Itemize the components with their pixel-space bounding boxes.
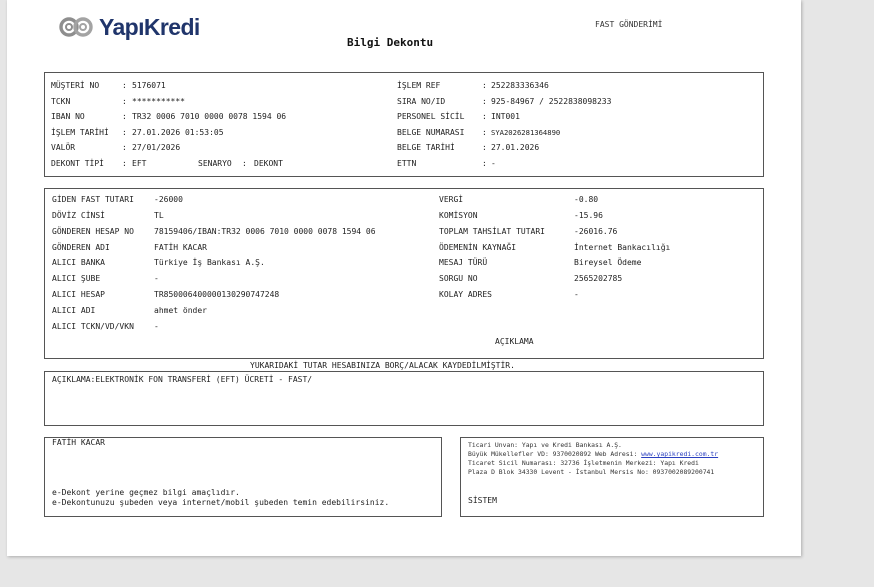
- tx-label: SORGU NO: [439, 274, 478, 283]
- info-label: VALÖR: [51, 143, 76, 153]
- debit-credit-notice: YUKARIDAKİ TUTAR HESABINIZA BORÇ/ALACAK …: [250, 361, 515, 370]
- info-value: 5176071: [132, 81, 166, 90]
- info-label: TCKN: [51, 96, 71, 106]
- tx-value: TL: [154, 211, 164, 220]
- tx-value: Bireysel Ödeme: [574, 258, 642, 267]
- footer-left-box: FATİH KACAR e-Dekont yerine geçmez bilgi…: [44, 437, 442, 517]
- tx-label: ALICI ADI: [52, 306, 96, 315]
- info-label: İŞLEM REF: [397, 81, 441, 90]
- info-value: 27.01.2026 01:53:05: [132, 127, 224, 137]
- info-sep: :: [482, 127, 487, 137]
- info-value: 27/01/2026: [132, 143, 181, 153]
- senaryo-value: DEKONT: [254, 159, 283, 168]
- info-label: BELGE TARİHİ: [397, 143, 455, 153]
- tx-value: -: [574, 290, 579, 299]
- bank-info-line: Büyük Mükellefler VD: 9370020892 Web Adr…: [468, 450, 718, 459]
- tx-value: -26016.76: [574, 227, 618, 236]
- bank-info-line: Ticari Unvan: Yapı ve Kredi Bankası A.Ş.: [468, 441, 622, 449]
- tx-label: ÖDEMENİN KAYNAĞI: [439, 243, 517, 252]
- info-sep: :: [482, 81, 487, 90]
- bank-website-link[interactable]: www.yapikredi.com.tr: [641, 450, 718, 458]
- tx-label: ALICI TCKN/VD/VKN: [52, 322, 134, 331]
- info-sep: :: [242, 159, 247, 168]
- transfer-details-box: GİDEN FAST TUTARI -26000 DÖVİZ CİNSİ TL …: [44, 188, 764, 359]
- info-sep: :: [122, 112, 127, 122]
- tx-value: 2565202785: [574, 274, 623, 283]
- footer-right-box: Ticari Unvan: Yapı ve Kredi Bankası A.Ş.…: [460, 437, 764, 517]
- receipt-page: YapıKredi FAST GÖNDERİMİ Bilgi Dekontu M…: [7, 0, 801, 556]
- info-value: TR32 0006 7010 0000 0078 1594 06: [132, 112, 287, 122]
- tx-value: İnternet Bankacılığı: [574, 243, 671, 252]
- info-value: 27.01.2026: [491, 143, 540, 153]
- tx-label: GÖNDEREN HESAP NO: [52, 227, 134, 236]
- tx-value: ahmet önder: [154, 306, 207, 315]
- bank-info-text: Büyük Mükellefler VD: 9370020892 Web Adr…: [468, 450, 638, 458]
- info-sep: :: [122, 81, 127, 90]
- tx-value: 78159406/IBAN:TR32 0006 7010 0000 0078 1…: [154, 227, 376, 236]
- info-sep: :: [122, 96, 127, 106]
- info-sep: :: [122, 143, 127, 153]
- bank-info-line: Ticaret Sicil Numarası: 32736 İşletmenin…: [468, 459, 699, 467]
- info-sep: :: [482, 143, 487, 153]
- tx-label: GİDEN FAST TUTARI: [52, 195, 134, 204]
- tx-value: -0.80: [574, 195, 599, 204]
- info-label: SIRA NO/ID: [397, 96, 446, 106]
- bank-info-line: Plaza D Blok 34330 Levent - İstanbul Mer…: [468, 468, 715, 476]
- info-sep: :: [482, 112, 487, 122]
- disclaimer-line: e-Dekontunuzu şubeden veya internet/mobi…: [52, 498, 390, 507]
- tx-label: DÖVİZ CİNSİ: [52, 211, 105, 220]
- info-label: İŞLEM TARİHİ: [51, 127, 109, 137]
- tx-label: KOLAY ADRES: [439, 290, 492, 299]
- transfer-type-label: FAST GÖNDERİMİ: [595, 20, 663, 29]
- tx-value: TR850006400000130290747248: [154, 290, 280, 299]
- tx-label: VERGİ: [439, 195, 464, 204]
- tx-value: -: [154, 274, 159, 283]
- brand-name: YapıKredi: [99, 14, 200, 40]
- info-value: INT001: [491, 112, 520, 122]
- info-label: ETTN: [397, 159, 417, 168]
- senaryo-label: SENARYO: [198, 159, 232, 168]
- tx-label: GÖNDEREN ADI: [52, 243, 110, 252]
- info-sep: :: [122, 127, 127, 137]
- tx-label: ALICI ŞUBE: [52, 274, 101, 283]
- disclaimer-line: e-Dekont yerine geçmez bilgi amaçlıdır.: [52, 488, 240, 497]
- tx-label: ALICI BANKA: [52, 258, 105, 267]
- info-value: SYA2026281364890: [491, 127, 561, 137]
- description-text: AÇIKLAMA:ELEKTRONİK FON TRANSFERİ (EFT) …: [52, 375, 313, 384]
- info-label: BELGE NUMARASI: [397, 127, 465, 137]
- system-label: SİSTEM: [468, 496, 497, 505]
- info-label: DEKONT TİPİ: [51, 159, 104, 168]
- info-label: MÜŞTERİ NO: [51, 81, 100, 90]
- info-label: IBAN NO: [51, 112, 85, 122]
- tx-value: -15.96: [574, 211, 603, 220]
- customer-info-box: MÜŞTERİ NO : 5176071 TCKN : *********** …: [44, 72, 764, 177]
- info-value: 925-84967 / 2522838098233: [491, 96, 612, 106]
- info-value: EFT: [132, 159, 147, 168]
- tx-value: Türkiye İş Bankası A.Ş.: [154, 258, 265, 267]
- description-box: AÇIKLAMA:ELEKTRONİK FON TRANSFERİ (EFT) …: [44, 371, 764, 426]
- brand-logo: YapıKredi: [59, 12, 200, 42]
- aciklama-heading: AÇIKLAMA: [495, 337, 534, 346]
- info-label: PERSONEL SİCİL: [397, 112, 465, 122]
- info-value: ***********: [132, 96, 185, 106]
- info-sep: :: [482, 96, 487, 106]
- info-sep: :: [122, 159, 127, 168]
- tx-label: ALICI HESAP: [52, 290, 105, 299]
- tx-label: TOPLAM TAHSİLAT TUTARI: [439, 227, 545, 236]
- page-title: Bilgi Dekontu: [347, 36, 434, 49]
- info-value: 252283336346: [491, 81, 549, 90]
- tx-value: -: [154, 322, 159, 331]
- info-sep: :: [482, 159, 487, 168]
- yapikredi-logo-icon: [59, 17, 93, 37]
- tx-label: KOMİSYON: [439, 211, 478, 220]
- tx-value: -26000: [154, 195, 183, 204]
- sender-name: FATİH KACAR: [52, 438, 105, 447]
- info-value: -: [491, 159, 496, 168]
- tx-value: FATİH KACAR: [154, 243, 207, 252]
- tx-label: MESAJ TÜRÜ: [439, 258, 488, 267]
